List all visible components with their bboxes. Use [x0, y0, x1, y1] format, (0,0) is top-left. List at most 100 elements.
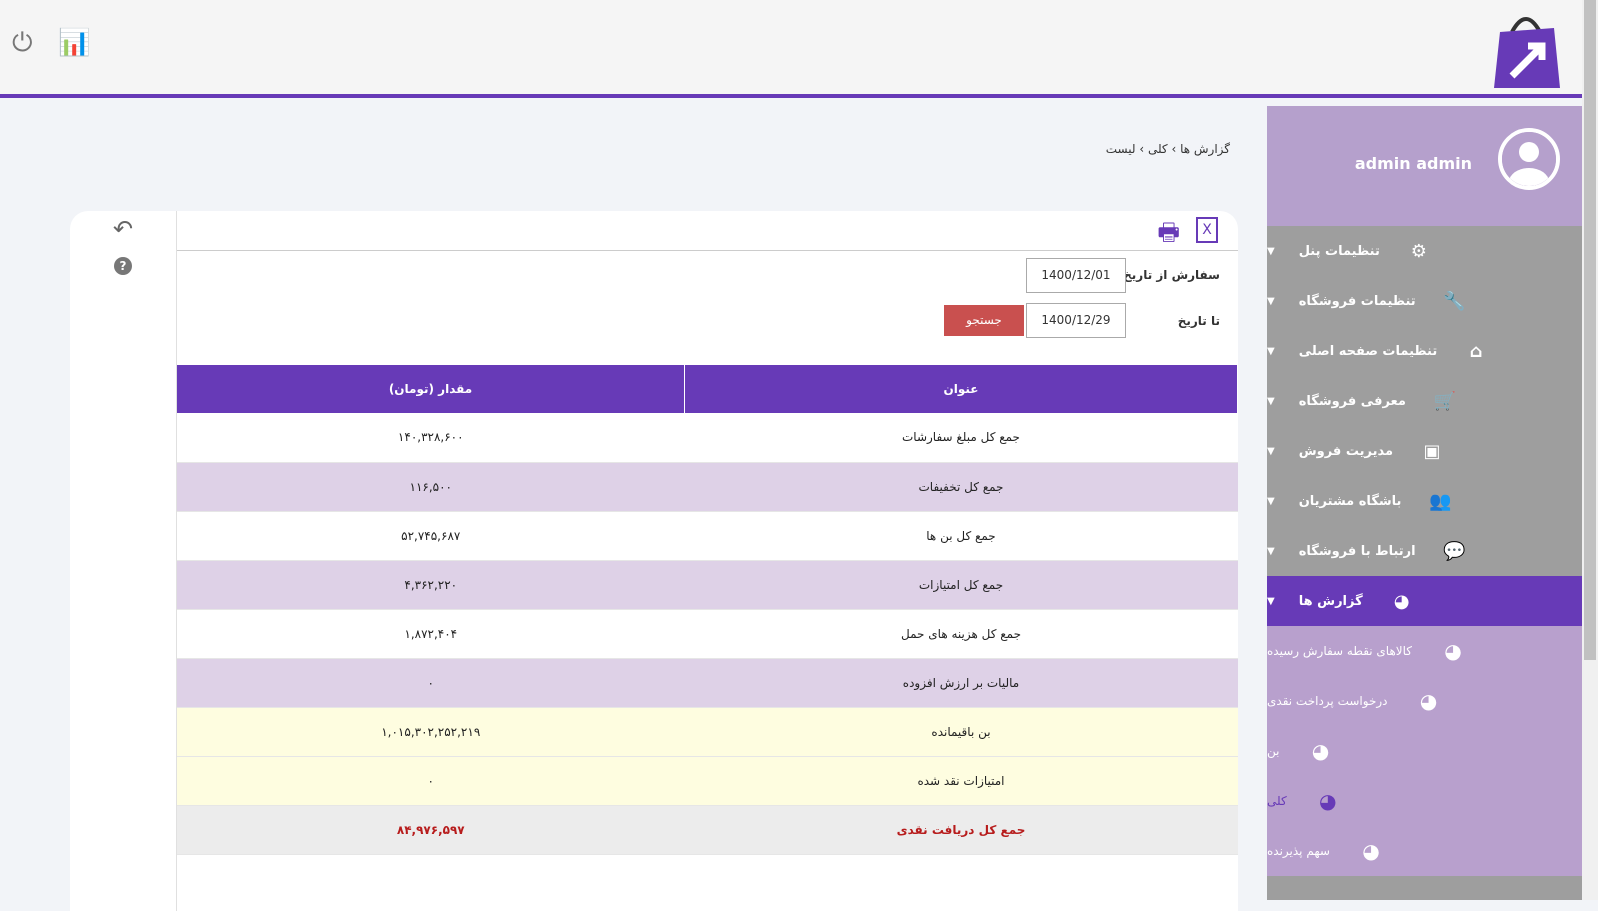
- submenu-label: سهم پذیرنده: [1267, 844, 1330, 858]
- caret-down-icon: ▼: [1267, 245, 1275, 257]
- user-panel: admin admin: [1267, 106, 1582, 226]
- amount-cell: ۰: [177, 756, 685, 806]
- to-date-input[interactable]: 1400/12/29: [1026, 303, 1126, 338]
- submenu-label: کالاهای نقطه سفارش رسیده: [1267, 644, 1413, 658]
- sidebar-item[interactable]: ⚙ تنظیمات پنل ▼: [1267, 226, 1582, 276]
- submenu-item[interactable]: ◕ کالاهای نقطه سفارش رسیده: [1267, 626, 1582, 676]
- title-cell: جمع کل هزینه های حمل: [684, 609, 1238, 659]
- pie-chart-icon: ◕: [1318, 789, 1337, 813]
- menu-label: تنظیمات پنل: [1298, 243, 1380, 259]
- title-cell: جمع کل دریافت نقدی: [684, 805, 1238, 855]
- amount-cell: ۸۴,۹۷۶,۵۹۷: [177, 805, 685, 855]
- from-date-input[interactable]: 1400/12/01: [1026, 258, 1126, 293]
- caret-down-icon: ▼: [1267, 545, 1275, 557]
- amount-cell: ۰: [177, 658, 685, 708]
- to-date-label: تا تاریخ: [1177, 314, 1220, 328]
- pie-chart-icon: ◕: [1419, 689, 1438, 713]
- menu-icon: 👥: [1429, 490, 1452, 512]
- table-row: ۵۲,۷۴۵,۶۸۷ جمع کل بن ها: [177, 511, 1238, 561]
- sidebar-item[interactable]: ◕ گزارش ها ▼: [1267, 576, 1582, 626]
- sidebar-item[interactable]: 🛒 معرفی فروشگاه ▼: [1267, 376, 1582, 426]
- submenu-item[interactable]: ◕ درخواست پرداخت نقدی: [1267, 676, 1582, 726]
- menu-icon: ▣: [1423, 440, 1441, 462]
- report-table: مقدار (تومان) عنوان ۱۴۰,۳۲۸,۶۰۰ جمع کل مبل…: [177, 365, 1238, 855]
- header-amount: مقدار (تومان): [177, 365, 685, 413]
- menu-label: مدیریت فروش: [1298, 443, 1394, 459]
- submenu-item[interactable]: ◕ بن: [1267, 726, 1582, 776]
- report-card: ↶ ? X 🖶 سفارش از تاریخ 1400/12/01 تا تار…: [70, 211, 1238, 911]
- sidebar: admin admin ⚙ تنظیمات پنل ▼ 🔧 تنظیمات فروشگا…: [1267, 106, 1582, 900]
- amount-cell: ۱,۸۷۲,۴۰۴: [177, 609, 685, 659]
- caret-down-icon: ▼: [1267, 395, 1275, 407]
- menu-icon: 🔧: [1443, 290, 1466, 312]
- sidebar-item[interactable]: ▣ مدیریت فروش ▼: [1267, 426, 1582, 476]
- table-row: ۰ مالیات بر ارزش افزوده: [177, 658, 1238, 708]
- sidebar-item[interactable]: 🔧 تنظیمات فروشگاه ▼: [1267, 276, 1582, 326]
- submenu-item[interactable]: ◕ کلی: [1267, 776, 1582, 826]
- title-cell: بن باقیمانده: [684, 707, 1238, 757]
- amount-cell: ۱,۰۱۵,۳۰۲,۲۵۲,۲۱۹: [177, 707, 685, 757]
- submenu-item[interactable]: ◕ سهم پذیرنده: [1267, 826, 1582, 876]
- sidebar-item[interactable]: ⌂ تنظیمات صفحه اصلی ▼: [1267, 326, 1582, 376]
- sidebar-item[interactable]: 💬 ارتباط با فروشگاه ▼: [1267, 526, 1582, 576]
- submenu-label: کلی: [1267, 794, 1287, 808]
- title-cell: جمع کل تخفیفات: [684, 462, 1238, 512]
- excel-export-icon[interactable]: X: [1196, 217, 1218, 243]
- amount-cell: ۱۱۶,۵۰۰: [177, 462, 685, 512]
- table-row: ۱,۸۷۲,۴۰۴ جمع کل هزینه های حمل: [177, 609, 1238, 659]
- shop-logo[interactable]: [1490, 10, 1562, 90]
- pie-chart-icon: ◕: [1311, 739, 1330, 763]
- table-row: ۸۴,۹۷۶,۵۹۷ جمع کل دریافت نقدی: [177, 805, 1238, 855]
- header-title: عنوان: [684, 365, 1238, 413]
- menu-label: گزارش ها: [1298, 593, 1363, 609]
- table-row: ۰ امتیازات نقد شده: [177, 756, 1238, 806]
- title-cell: مالیات بر ارزش افزوده: [684, 658, 1238, 708]
- submenu-label: درخواست پرداخت نقدی: [1267, 694, 1388, 708]
- breadcrumb-list: لیست: [1105, 142, 1136, 156]
- caret-down-icon: ▼: [1267, 445, 1275, 457]
- scrollbar[interactable]: [1582, 0, 1598, 900]
- print-icon[interactable]: 🖶: [1157, 215, 1180, 256]
- caret-down-icon: ▼: [1267, 345, 1275, 357]
- breadcrumb-general[interactable]: کلی: [1148, 142, 1168, 156]
- caret-down-icon: ▼: [1267, 595, 1275, 607]
- back-icon[interactable]: ↶: [70, 215, 176, 243]
- menu-label: معرفی فروشگاه: [1298, 393, 1406, 409]
- table-row: ۱۴۰,۳۲۸,۶۰۰ جمع کل مبلغ سفارشات: [177, 413, 1238, 463]
- pie-chart-icon: ◕: [1444, 639, 1462, 663]
- title-cell: جمع کل بن ها: [684, 511, 1238, 561]
- avatar[interactable]: [1498, 128, 1560, 190]
- table-row: ۱۱۶,۵۰۰ جمع کل تخفیفات: [177, 462, 1238, 512]
- title-cell: جمع کل امتیازات: [684, 560, 1238, 610]
- menu-icon: 💬: [1443, 540, 1466, 562]
- pie-chart-icon: ◕: [1362, 839, 1380, 863]
- amount-cell: ۵۲,۷۴۵,۶۸۷: [177, 511, 685, 561]
- user-name: admin admin: [1354, 154, 1472, 173]
- top-bar: ⏻ 📊: [0, 0, 1582, 98]
- help-icon[interactable]: ?: [114, 257, 132, 275]
- caret-down-icon: ▼: [1267, 295, 1275, 307]
- menu-label: باشگاه مشتریان: [1298, 493, 1402, 509]
- table-row: ۱,۰۱۵,۳۰۲,۲۵۲,۲۱۹ بن باقیمانده: [177, 707, 1238, 757]
- breadcrumb: گزارش ها › کلی › لیست: [1105, 142, 1230, 156]
- menu-icon: ◕: [1393, 590, 1410, 612]
- bar-chart-icon[interactable]: 📊: [58, 28, 90, 58]
- title-cell: جمع کل مبلغ سفارشات: [684, 413, 1238, 463]
- menu-icon: 🛒: [1433, 390, 1457, 412]
- sidebar-item[interactable]: 👥 باشگاه مشتریان ▼: [1267, 476, 1582, 526]
- menu-icon: ⚙: [1410, 240, 1427, 262]
- amount-cell: ۴,۳۶۲,۲۲۰: [177, 560, 685, 610]
- title-cell: امتیازات نقد شده: [684, 756, 1238, 806]
- caret-down-icon: ▼: [1267, 495, 1275, 507]
- submenu-label: بن: [1267, 744, 1280, 758]
- menu-label: تنظیمات صفحه اصلی: [1298, 343, 1438, 359]
- menu-label: ارتباط با فروشگاه: [1298, 543, 1416, 559]
- table-row: ۴,۳۶۲,۲۲۰ جمع کل امتیازات: [177, 560, 1238, 610]
- amount-cell: ۱۴۰,۳۲۸,۶۰۰: [177, 413, 685, 463]
- toolbar: X 🖶: [177, 211, 1238, 251]
- search-button[interactable]: جستجو: [944, 305, 1024, 336]
- breadcrumb-reports[interactable]: گزارش ها: [1180, 142, 1230, 156]
- power-icon[interactable]: ⏻: [12, 28, 33, 59]
- menu-label: تنظیمات فروشگاه: [1298, 293, 1416, 309]
- menu-icon: ⌂: [1469, 340, 1483, 362]
